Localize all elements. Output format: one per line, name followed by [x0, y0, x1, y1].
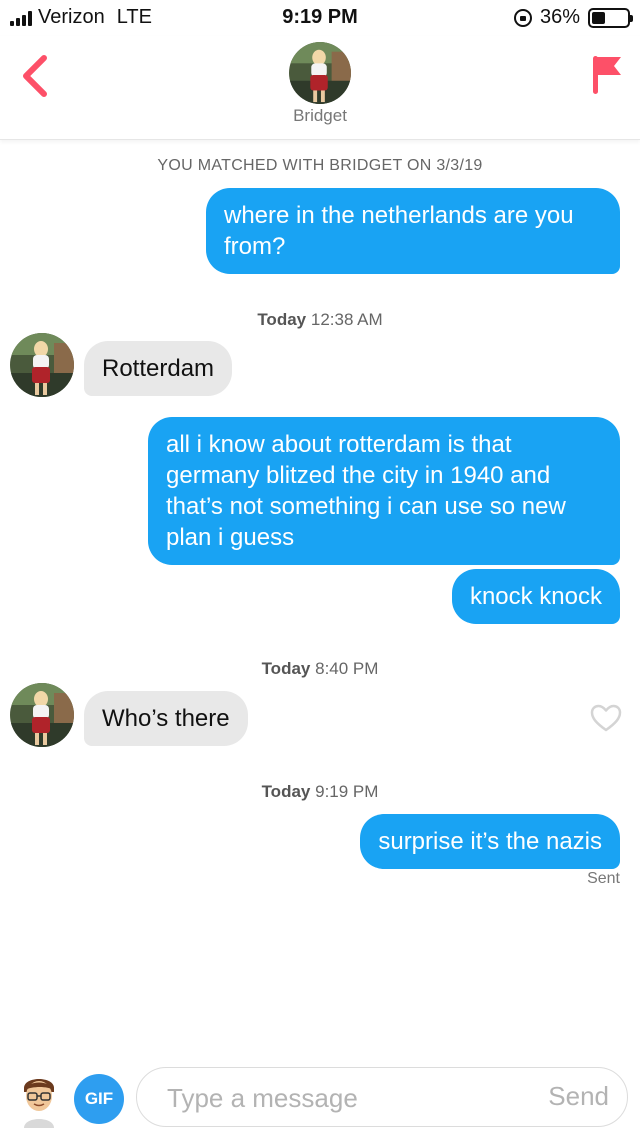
- match-avatar-small[interactable]: [10, 683, 74, 747]
- status-right: 36%: [513, 6, 633, 29]
- timestamp: Today 12:38 AM: [0, 310, 640, 330]
- timestamp-day: Today: [261, 659, 311, 678]
- message-outgoing[interactable]: where in the netherlands are you from?: [206, 188, 620, 274]
- message-incoming[interactable]: Who’s there: [84, 691, 248, 746]
- message-outgoing[interactable]: all i know about rotterdam is that germa…: [148, 417, 620, 565]
- report-button[interactable]: [590, 54, 624, 96]
- timestamp-day: Today: [257, 310, 307, 329]
- profile-photo: [289, 42, 351, 104]
- match-avatar-small[interactable]: [10, 333, 74, 397]
- chevron-left-icon: [23, 55, 47, 97]
- profile-photo: [10, 333, 74, 397]
- timestamp: Today 9:19 PM: [0, 782, 640, 802]
- gif-button[interactable]: GIF: [74, 1074, 124, 1124]
- match-avatar[interactable]: [289, 42, 351, 104]
- bitmoji-icon: [24, 1079, 54, 1128]
- chat-header: Bridget: [0, 36, 640, 140]
- back-button[interactable]: [14, 50, 58, 102]
- sent-status: Sent: [587, 870, 620, 887]
- message-input[interactable]: [167, 1082, 517, 1114]
- battery-percent: 36%: [539, 6, 580, 28]
- bitmoji-button[interactable]: [16, 1070, 62, 1128]
- match-name[interactable]: Bridget: [0, 106, 640, 126]
- orientation-lock-icon: [513, 8, 532, 27]
- composer-bar: GIF Send: [0, 1060, 640, 1138]
- timestamp-time: 8:40 PM: [315, 659, 379, 678]
- timestamp-time: 9:19 PM: [315, 782, 379, 801]
- heart-icon[interactable]: [590, 703, 622, 733]
- flag-icon: [593, 56, 621, 94]
- status-bar: Verizon LTE 9:19 PM 36%: [0, 0, 640, 36]
- timestamp-time: 12:38 AM: [310, 310, 383, 329]
- send-button[interactable]: Send: [548, 1081, 609, 1112]
- message-incoming[interactable]: Rotterdam: [84, 341, 233, 396]
- timestamp-day: Today: [261, 782, 311, 801]
- profile-photo: [10, 683, 74, 747]
- timestamp: Today 8:40 PM: [0, 659, 640, 679]
- message-input-container: Send: [136, 1067, 628, 1127]
- message-outgoing[interactable]: surprise it’s the nazis: [360, 814, 620, 869]
- match-notice: YOU MATCHED WITH BRIDGET ON 3/3/19: [157, 157, 483, 174]
- message-outgoing[interactable]: knock knock: [451, 569, 620, 624]
- battery-icon: [588, 7, 633, 28]
